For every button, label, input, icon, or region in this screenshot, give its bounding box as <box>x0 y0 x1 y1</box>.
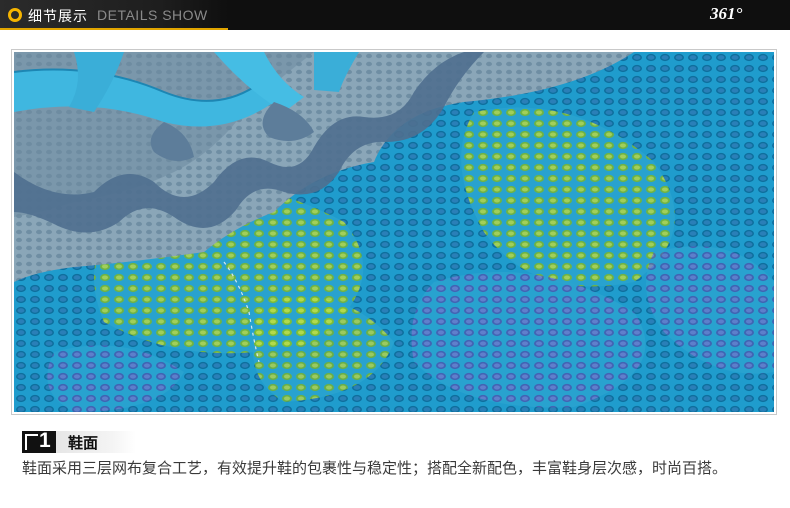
feature-heading: 1 鞋面 <box>22 429 142 453</box>
feature-number-badge: 1 <box>22 429 56 453</box>
detail-photo-frame <box>11 49 777 415</box>
section-subtitle: DETAILS SHOW <box>97 7 208 23</box>
feature-title: 鞋面 <box>68 434 99 452</box>
header-underline <box>0 28 228 30</box>
corner-mark-icon <box>25 434 38 450</box>
feature-number: 1 <box>39 429 51 452</box>
section-header: 细节展示 DETAILS SHOW 361° <box>0 0 790 30</box>
feature-description: 鞋面采用三层网布复合工艺，有效提升鞋的包裹性与稳定性；搭配全新配色，丰富鞋身层次… <box>22 459 728 477</box>
shoe-mesh-photo <box>14 52 774 412</box>
ring-bullet-icon <box>8 8 22 22</box>
brand-logo: 361° <box>710 4 743 23</box>
section-title: 细节展示 <box>28 9 88 25</box>
mesh-illustration <box>14 52 774 412</box>
